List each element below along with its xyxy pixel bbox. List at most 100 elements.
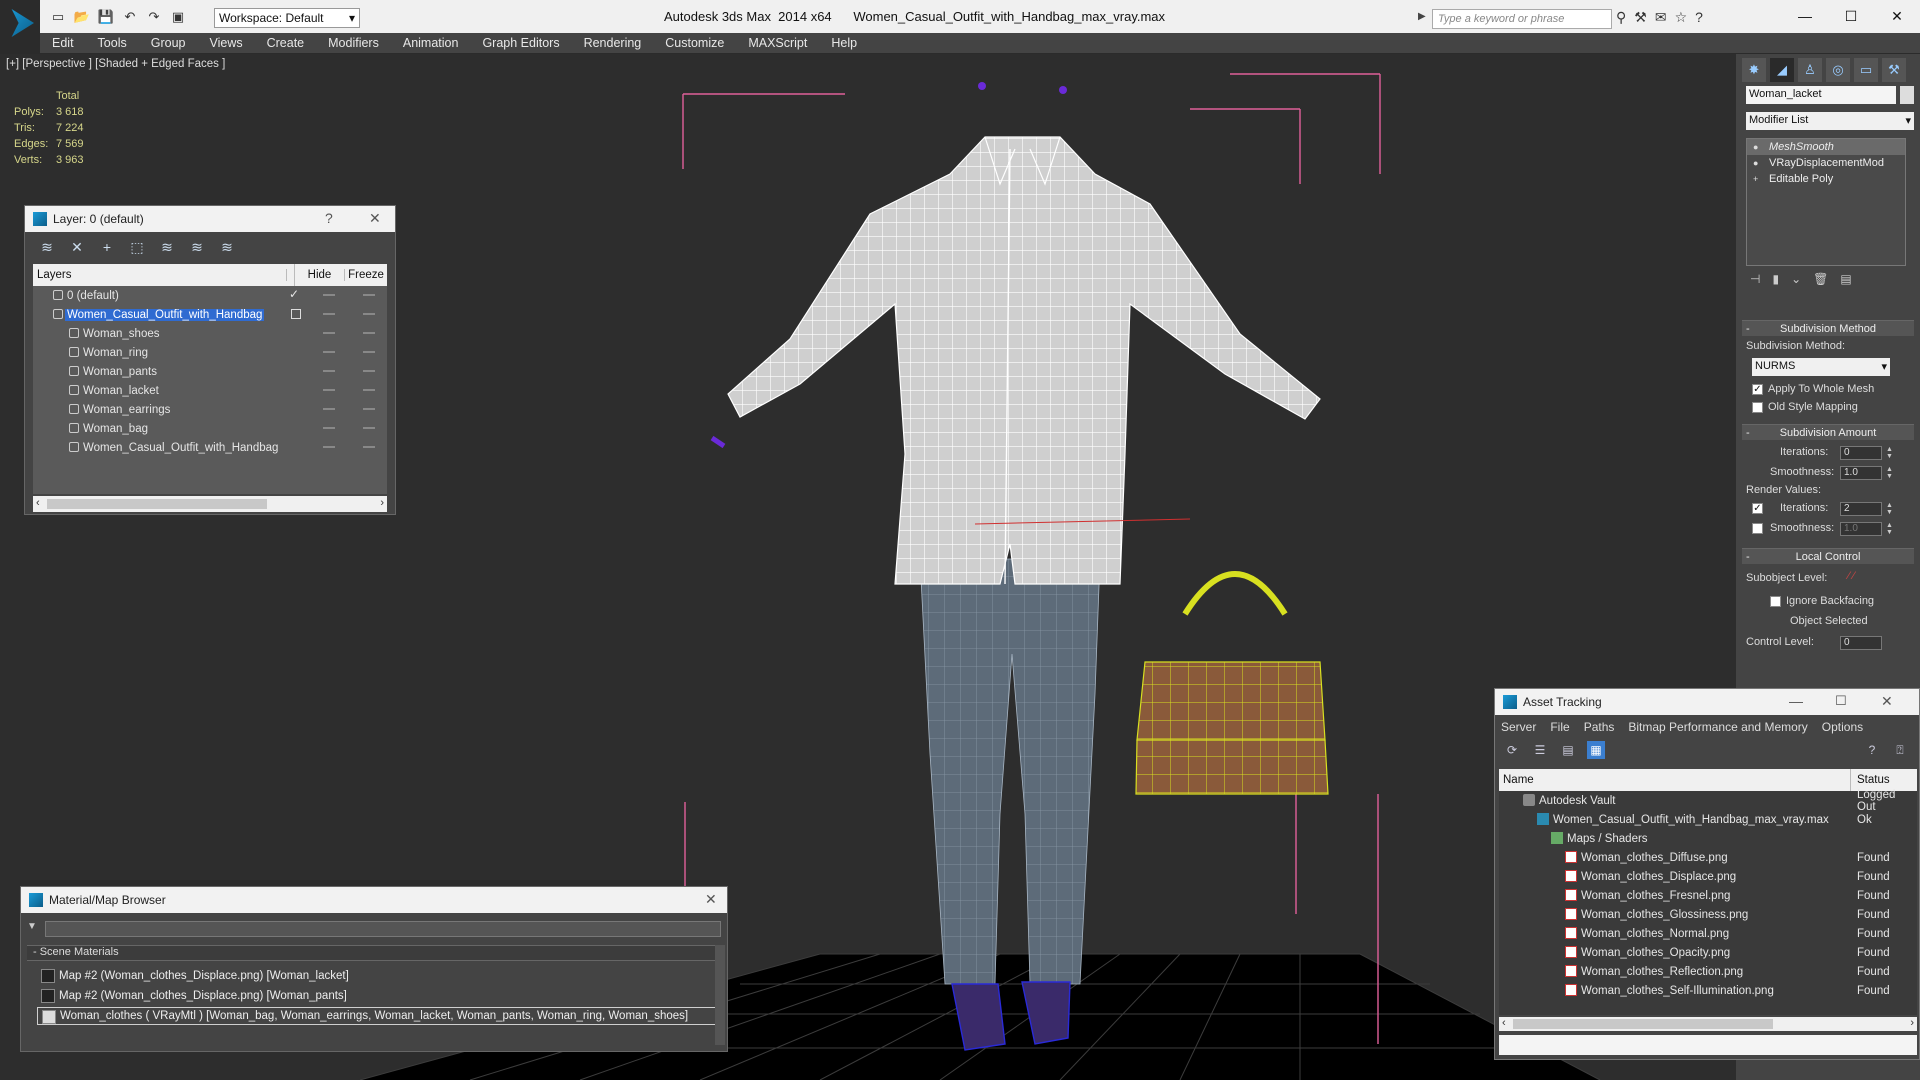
close-icon[interactable]: ✕ (1881, 693, 1893, 710)
menu-rendering[interactable]: Rendering (572, 36, 654, 50)
asset-row[interactable]: Woman_clothes_Glossiness.png Found (1499, 905, 1917, 924)
menu-maxscript[interactable]: MAXScript (736, 36, 819, 50)
scrollbar-thumb[interactable] (47, 499, 267, 509)
layer-horizontal-scrollbar[interactable]: ‹ › (33, 496, 387, 512)
asset-row[interactable]: Woman_clothes_Reflection.png Found (1499, 962, 1917, 981)
help-icon[interactable]: ? (1695, 9, 1703, 26)
freeze-toggle[interactable] (363, 427, 375, 429)
close-icon[interactable]: ✕ (369, 210, 381, 227)
render-smoothness-spinner[interactable]: 1.0 (1840, 522, 1882, 536)
subdivision-method-select[interactable]: NURMS ▾ (1752, 358, 1890, 376)
filter-dropdown-icon[interactable]: ▼ (27, 921, 37, 932)
asset-row[interactable]: Women_Casual_Outfit_with_Handbag_max_vra… (1499, 810, 1917, 829)
earring-right[interactable] (1059, 86, 1067, 94)
lightbulb-icon[interactable]: ● (1753, 142, 1758, 152)
vault-help-icon[interactable]: ⍰ (1891, 741, 1909, 759)
layer-row[interactable]: Woman_bag (33, 419, 387, 438)
menu-views[interactable]: Views (197, 36, 254, 50)
stack-item-vraydisplacement[interactable]: ● VRayDisplacementMod (1747, 155, 1905, 171)
create-layer-icon[interactable]: ≋ (37, 237, 57, 257)
help-icon[interactable]: ? (325, 210, 333, 226)
subdivision-method-rollout[interactable]: - Subdivision Method (1742, 320, 1914, 336)
material-list-item[interactable]: Map #2 (Woman_clothes_Displace.png) [Wom… (37, 967, 713, 985)
hide-toggle[interactable] (323, 294, 335, 296)
hide-toggle[interactable] (323, 408, 335, 410)
freeze-toggle[interactable] (363, 351, 375, 353)
chevron-right-icon[interactable]: › (380, 497, 384, 509)
col-status[interactable]: Status (1851, 774, 1890, 786)
col-hide[interactable]: Hide (295, 269, 345, 281)
help-icon[interactable]: ? (1863, 741, 1881, 759)
hide-toggle[interactable] (323, 389, 335, 391)
select-objects-icon[interactable]: ⬚ (127, 237, 147, 257)
utilities-tab-icon[interactable]: ⚒ (1882, 58, 1906, 82)
material-browser-titlebar[interactable]: Material/Map Browser ✕ (21, 887, 727, 913)
create-tab-icon[interactable]: ✸ (1742, 58, 1766, 82)
table-view-icon[interactable]: ▦ (1587, 741, 1605, 759)
chevron-left-icon[interactable]: ‹ (36, 497, 40, 509)
asset-row[interactable]: Woman_clothes_Self-Illumination.png Found (1499, 981, 1917, 1000)
current-layer-box[interactable] (291, 309, 301, 319)
stack-item-meshsmooth[interactable]: ● MeshSmooth (1747, 139, 1905, 155)
asset-horizontal-scrollbar[interactable]: ‹ › (1499, 1017, 1917, 1031)
asset-tracking-titlebar[interactable]: Asset Tracking — ☐ ✕ (1495, 689, 1919, 715)
pin-stack-icon[interactable]: ⊣ (1750, 272, 1760, 286)
freeze-toggle[interactable] (363, 408, 375, 410)
layer-row[interactable]: Woman_lacket (33, 381, 387, 400)
local-control-rollout[interactable]: - Local Control (1742, 548, 1914, 564)
col-freeze[interactable]: Freeze (345, 269, 387, 281)
maximize-button[interactable]: ☐ (1828, 0, 1874, 32)
render-iterations-spinner[interactable]: 2 (1840, 502, 1882, 516)
delete-layer-icon[interactable]: ✕ (67, 237, 87, 257)
chevron-right-icon[interactable]: › (1910, 1017, 1914, 1029)
redo-icon[interactable]: ↷ (144, 7, 164, 27)
jacket-mesh[interactable] (727, 136, 1321, 585)
menu-options[interactable]: Options (1822, 720, 1863, 734)
remove-modifier-icon[interactable]: 🗑 (1813, 272, 1828, 286)
render-iterations-checkbox[interactable]: ✓ (1752, 503, 1763, 514)
layer-row[interactable]: Women_Casual_Outfit_with_Handbag (33, 438, 387, 457)
layer-row[interactable]: Woman_ring (33, 343, 387, 362)
freeze-toggle[interactable] (363, 294, 375, 296)
communication-icon[interactable]: ✉ (1655, 9, 1667, 26)
menu-create[interactable]: Create (255, 36, 317, 50)
lightbulb-icon[interactable]: ● (1753, 158, 1758, 168)
menu-bitmap-performance[interactable]: Bitmap Performance and Memory (1628, 720, 1807, 734)
hide-toggle[interactable] (323, 332, 335, 334)
menu-edit[interactable]: Edit (40, 36, 86, 50)
current-layer-check-icon[interactable]: ✓ (289, 287, 299, 301)
menu-customize[interactable]: Customize (653, 36, 736, 50)
stack-item-editable-poly[interactable]: + Editable Poly (1747, 171, 1905, 187)
hierarchy-tab-icon[interactable]: ♙ (1798, 58, 1822, 82)
scrollbar-thumb[interactable] (1513, 1019, 1773, 1029)
app-logo-button[interactable] (0, 0, 40, 46)
asset-row[interactable]: Autodesk Vault Logged Out (1499, 789, 1917, 813)
spinner-arrows-icon[interactable]: ▲ ▼ (1886, 466, 1894, 480)
display-tab-icon[interactable]: ▭ (1854, 58, 1878, 82)
refresh-icon[interactable]: ⟳ (1503, 741, 1521, 759)
col-layers[interactable]: Layers (33, 269, 287, 281)
hide-toggle[interactable] (323, 351, 335, 353)
material-search-input[interactable] (45, 921, 721, 937)
col-name[interactable]: Name (1499, 769, 1851, 791)
material-vertical-scrollbar[interactable] (715, 945, 725, 1045)
hide-toggle[interactable] (323, 370, 335, 372)
maximize-icon[interactable]: ☐ (1835, 693, 1847, 709)
freeze-toggle[interactable] (363, 313, 375, 315)
ring-mesh[interactable] (710, 435, 726, 449)
binoculars-icon[interactable]: ⚲ (1616, 9, 1626, 26)
highlight-layer-icon[interactable]: ≋ (157, 237, 177, 257)
configure-sets-icon[interactable]: ▤ (1840, 272, 1851, 286)
hide-toggle[interactable] (323, 446, 335, 448)
menu-server[interactable]: Server (1501, 720, 1536, 734)
vertex-subobject-icon[interactable]: ⁄ ⁄ (1848, 570, 1855, 582)
menu-paths[interactable]: Paths (1584, 720, 1615, 734)
modify-tab-icon[interactable]: ◢ (1770, 58, 1794, 82)
pants-mesh[interactable] (919, 558, 1101, 985)
list-view-icon[interactable]: ☰ (1531, 741, 1549, 759)
object-name-field[interactable]: Woman_lacket (1746, 86, 1896, 104)
add-to-layer-icon[interactable]: + (97, 237, 117, 257)
minimize-button[interactable]: — (1782, 0, 1828, 32)
save-file-icon[interactable]: 💾 (96, 7, 116, 27)
spinner-arrows-icon[interactable]: ▲ ▼ (1886, 502, 1894, 516)
